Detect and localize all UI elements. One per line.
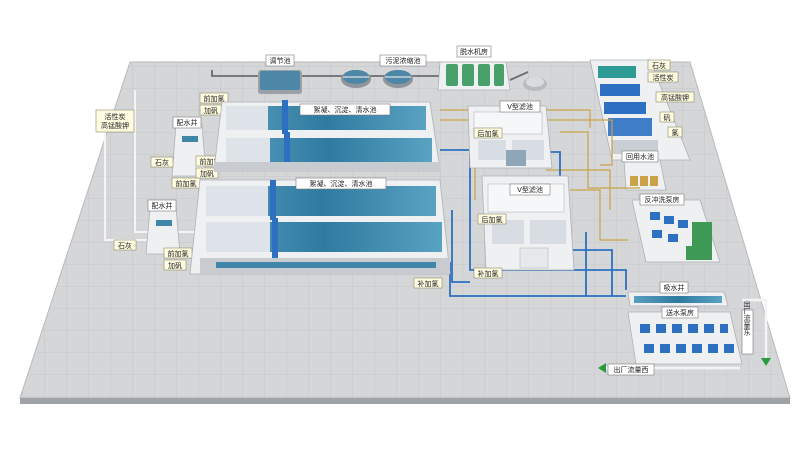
svg-text:前加氯: 前加氯 [204, 94, 225, 103]
permanganate-top-label: 高锰酸钾 [655, 91, 695, 103]
v-filter-1-label: V型滤池 [499, 100, 541, 113]
svg-text:污泥浓缩池: 污泥浓缩池 [386, 56, 421, 65]
svg-text:矾: 矾 [664, 114, 671, 122]
svg-text:V型滤池: V型滤池 [517, 185, 543, 194]
alum-top-label: 矾 [659, 111, 675, 123]
activated-carbon-top-label: 活性炭 [647, 71, 679, 83]
svg-text:加矾: 加矾 [200, 169, 214, 178]
backwash-pump-label: 反冲洗泵房 [639, 193, 685, 206]
svg-text:前加氯: 前加氯 [176, 179, 197, 188]
dewatering-room-label: 脱水机房 [456, 45, 492, 58]
svg-text:高锰酸钾: 高锰酸钾 [101, 121, 129, 130]
svg-text:氯: 氯 [672, 128, 679, 137]
svg-text:调节池: 调节池 [270, 56, 291, 65]
recycle-pool [623, 159, 667, 191]
svg-text:反冲洗泵房: 反冲洗泵房 [645, 195, 680, 204]
svg-text:活性炭: 活性炭 [653, 73, 674, 82]
pre-chlorine-1-label: 前加氯 [199, 92, 229, 104]
svg-text:絮凝、沉淀、清水池: 絮凝、沉淀、清水池 [314, 105, 377, 114]
plant-diagram: 调节池 污泥浓缩池 脱水机房 石灰 活性炭 高锰酸钾 矾 氯 回用水池 反冲洗泵… [19, 45, 791, 404]
post-chlorine-2-label: 后加氯 [477, 213, 507, 225]
mix-well-1-label: 配水井 [172, 116, 202, 129]
suction-well [627, 291, 729, 307]
pre-chlorine-4-label: 前加氯 [163, 247, 193, 259]
svg-text:后加氯: 后加氯 [482, 215, 503, 224]
svg-text:补加氯: 补加氯 [418, 279, 439, 288]
svg-text:送水泵房: 送水泵房 [666, 308, 694, 317]
supp-chlorine-2-label: 补加氯 [413, 277, 443, 289]
regulating-tank-label: 调节池 [265, 54, 295, 67]
svg-text:高锰酸钾: 高锰酸钾 [661, 93, 689, 102]
sludge-thickener-1 [341, 70, 371, 88]
svg-text:前加氯: 前加氯 [168, 249, 189, 258]
svg-text:V型滤池: V型滤池 [507, 102, 533, 111]
dewatering-building [437, 61, 511, 91]
svg-text:出厂流量东: 出厂流量东 [743, 300, 751, 336]
svg-text:絮凝、沉淀、清水池: 絮凝、沉淀、清水池 [310, 179, 373, 188]
recycle-pool-label: 回用水池 [621, 150, 659, 163]
svg-text:脱水机房: 脱水机房 [460, 47, 488, 56]
svg-text:石灰: 石灰 [155, 158, 169, 167]
outlet-flow-west-label: 出厂流量西 [607, 363, 655, 376]
regulating-tank [258, 70, 302, 94]
v-filter-2-label: V型滤池 [509, 183, 551, 196]
sludge-thickener-2 [383, 70, 413, 88]
post-chlorine-1-label: 后加氯 [473, 127, 503, 139]
svg-text:配水井: 配水井 [177, 118, 198, 127]
svg-text:后加氯: 后加氯 [478, 129, 499, 138]
svg-text:石灰: 石灰 [652, 61, 666, 70]
add-alum-1-label: 加矾 [199, 104, 223, 116]
svg-text:吸水井: 吸水井 [664, 283, 685, 292]
coagulation-1-label: 絮凝、沉淀、清水池 [299, 103, 391, 116]
svg-text:石灰: 石灰 [118, 241, 132, 250]
svg-text:配水井: 配水井 [152, 201, 173, 210]
svg-text:加矾: 加矾 [204, 106, 218, 115]
svg-text:出厂流量西: 出厂流量西 [614, 365, 649, 374]
mix-well-2 [145, 207, 181, 255]
lime-left-2-label: 石灰 [113, 239, 137, 251]
coagulation-tank-group-2 [189, 179, 451, 275]
platform-edge [20, 398, 790, 404]
delivery-pump-label: 送水泵房 [661, 306, 699, 319]
sludge-tank-label: 污泥浓缩池 [379, 54, 427, 67]
lime-left-1-label: 石灰 [150, 156, 174, 168]
mix-well-2-label: 配水井 [147, 199, 177, 212]
svg-text:加矾: 加矾 [168, 261, 182, 270]
lime-top-label: 石灰 [647, 59, 671, 71]
supp-chlorine-1-label: 补加氯 [473, 267, 503, 279]
add-alum-3-label: 加矾 [163, 259, 187, 271]
carbon-left-label: 活性炭 高锰酸钾 [95, 109, 135, 133]
svg-text:补加氯: 补加氯 [478, 269, 499, 278]
coagulation-2-label: 絮凝、沉淀、清水池 [295, 177, 387, 190]
suction-well-label: 吸水井 [659, 281, 689, 294]
svg-text:回用水池: 回用水池 [626, 152, 654, 161]
svg-text:活性炭: 活性炭 [105, 112, 126, 121]
delivery-pump-building [627, 311, 743, 365]
pre-chlorine-3-label: 前加氯 [171, 177, 201, 189]
chlorine-top-label: 氯 [667, 126, 683, 138]
